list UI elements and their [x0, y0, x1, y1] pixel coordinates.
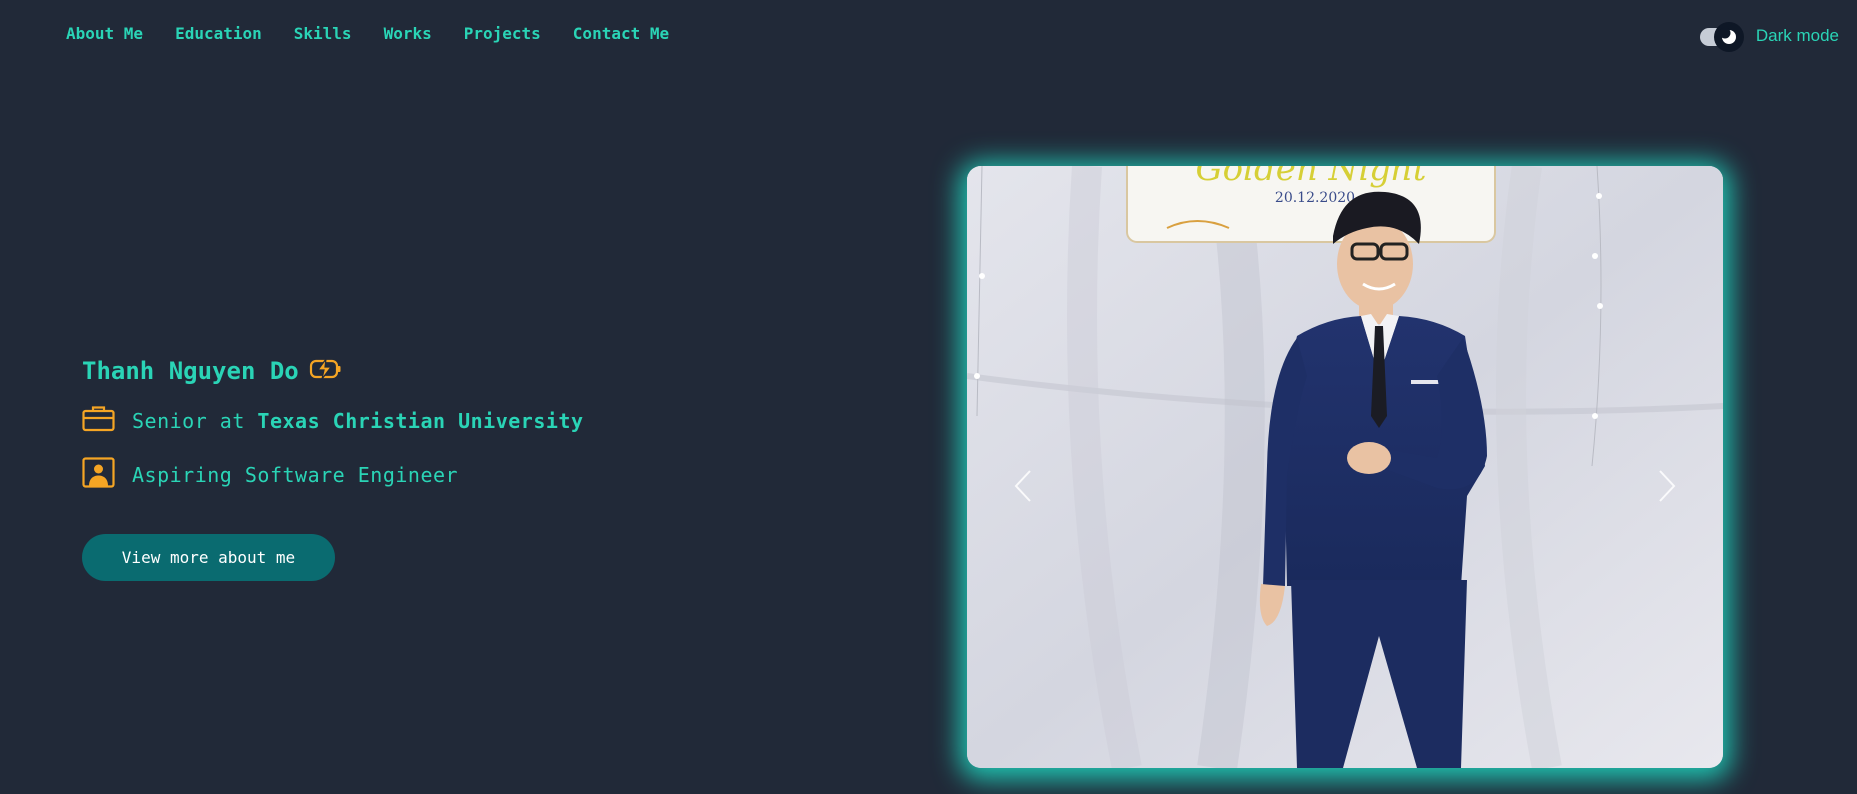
school-name: Texas Christian University — [257, 408, 584, 433]
role-row: Senior at Texas Christian University — [82, 405, 584, 436]
sign-title: Golden Night — [1195, 166, 1426, 189]
tagline-row: Aspiring Software Engineer — [82, 457, 458, 492]
user-badge-icon — [82, 457, 115, 492]
hero-name-row: Thanh Nguyen Do — [82, 356, 343, 386]
photo-carousel: Golden Night 20.12.2020 — [967, 166, 1723, 768]
chevron-right-icon — [1659, 470, 1676, 502]
dark-mode-toggle[interactable] — [1698, 22, 1744, 52]
profile-photo: Golden Night 20.12.2020 — [967, 166, 1723, 768]
hero-name: Thanh Nguyen Do — [82, 357, 299, 385]
chevron-left-icon — [1014, 470, 1031, 502]
moon-icon — [1713, 22, 1744, 52]
nav-projects[interactable]: Projects — [464, 24, 541, 43]
nav-contact-me[interactable]: Contact Me — [573, 24, 669, 43]
sign-date: 20.12.2020 — [1275, 190, 1355, 206]
carousel-next-button[interactable] — [1647, 456, 1687, 516]
nav-skills[interactable]: Skills — [294, 24, 352, 43]
bolt-icon — [309, 356, 343, 386]
dark-mode-label: Dark mode — [1755, 26, 1839, 45]
main-nav: About Me Education Skills Works Projects… — [66, 24, 669, 43]
briefcase-icon — [82, 405, 115, 436]
theme-switch: Dark mode — [1698, 22, 1839, 52]
tagline-text: Aspiring Software Engineer — [132, 462, 459, 487]
nav-about-me[interactable]: About Me — [66, 24, 143, 43]
nav-education[interactable]: Education — [175, 24, 262, 43]
view-more-button[interactable]: View more about me — [82, 534, 335, 581]
role-text: Senior at Texas Christian University — [132, 409, 584, 433]
role-prefix: Senior at — [132, 408, 245, 433]
nav-works[interactable]: Works — [384, 24, 432, 43]
carousel-prev-button[interactable] — [1003, 456, 1043, 516]
